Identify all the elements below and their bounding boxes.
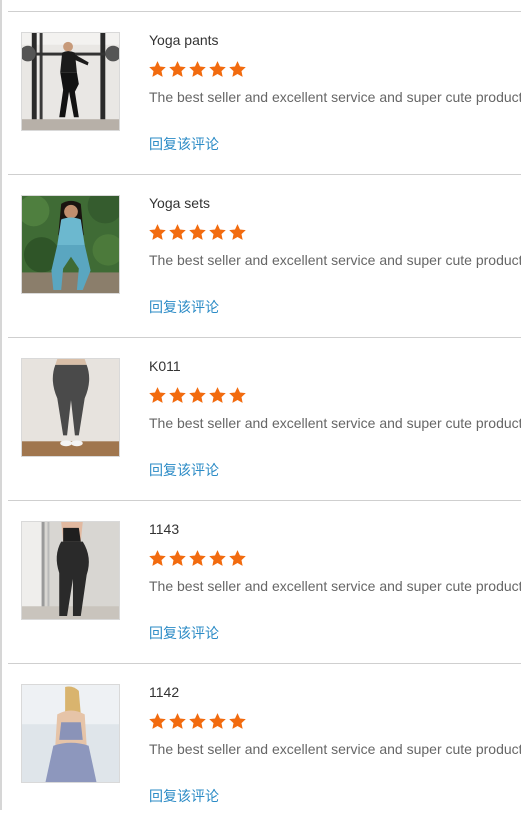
star-icon (169, 713, 186, 729)
star-icon (229, 61, 246, 77)
star-rating (148, 223, 247, 243)
star-rating (148, 60, 247, 80)
star-icon (149, 713, 166, 729)
review-text: The best seller and excellent service an… (149, 741, 521, 757)
review-photo[interactable] (21, 195, 120, 294)
star-icon (189, 387, 206, 403)
review-text: The best seller and excellent service an… (149, 415, 521, 431)
product-title: Yoga sets (149, 195, 210, 211)
star-icon (189, 713, 206, 729)
star-icon (229, 387, 246, 403)
product-title: 1143 (149, 521, 180, 537)
star-icon (149, 61, 166, 77)
product-title: K011 (149, 358, 181, 374)
review-item: Yoga pants The best seller and excellent… (0, 12, 521, 175)
review-item: Yoga sets The best seller and excellent … (0, 175, 521, 338)
star-icon (189, 550, 206, 566)
reply-link[interactable]: 回复该评论 (149, 460, 219, 480)
star-icon (229, 713, 246, 729)
star-icon (149, 387, 166, 403)
star-icon (169, 224, 186, 240)
reply-link[interactable]: 回复该评论 (149, 623, 219, 643)
review-photo[interactable] (21, 521, 120, 620)
product-title: Yoga pants (149, 32, 219, 48)
star-icon (229, 550, 246, 566)
star-icon (169, 387, 186, 403)
star-icon (169, 550, 186, 566)
review-text: The best seller and excellent service an… (149, 578, 521, 594)
star-icon (149, 550, 166, 566)
review-item: 1143 The best seller and excellent servi… (0, 501, 521, 664)
review-item: K011 The best seller and excellent servi… (0, 338, 521, 501)
star-icon (209, 61, 226, 77)
review-item: 1142 The best seller and excellent servi… (0, 664, 521, 827)
lavender-yoga-set-back-photo (22, 685, 119, 782)
woman-gym-squat-rack-photo (22, 33, 119, 130)
star-icon (209, 224, 226, 240)
star-icon (189, 61, 206, 77)
star-icon (209, 387, 226, 403)
star-icon (229, 224, 246, 240)
reply-link[interactable]: 回复该评论 (149, 786, 219, 806)
star-rating (148, 386, 247, 406)
star-rating (148, 549, 247, 569)
star-rating (148, 712, 247, 732)
reply-link[interactable]: 回复该评论 (149, 297, 219, 317)
black-leggings-side-photo (22, 522, 119, 619)
woman-blue-yoga-set-photo (22, 196, 119, 293)
star-icon (209, 550, 226, 566)
review-photo[interactable] (21, 684, 120, 783)
review-photo[interactable] (21, 32, 120, 131)
review-text: The best seller and excellent service an… (149, 252, 521, 268)
star-icon (209, 713, 226, 729)
star-icon (169, 61, 186, 77)
star-icon (149, 224, 166, 240)
review-photo[interactable] (21, 358, 120, 457)
reply-link[interactable]: 回复该评论 (149, 134, 219, 154)
product-title: 1142 (149, 684, 180, 700)
gray-leggings-back-photo (22, 359, 119, 456)
review-text: The best seller and excellent service an… (149, 89, 521, 105)
star-icon (189, 224, 206, 240)
